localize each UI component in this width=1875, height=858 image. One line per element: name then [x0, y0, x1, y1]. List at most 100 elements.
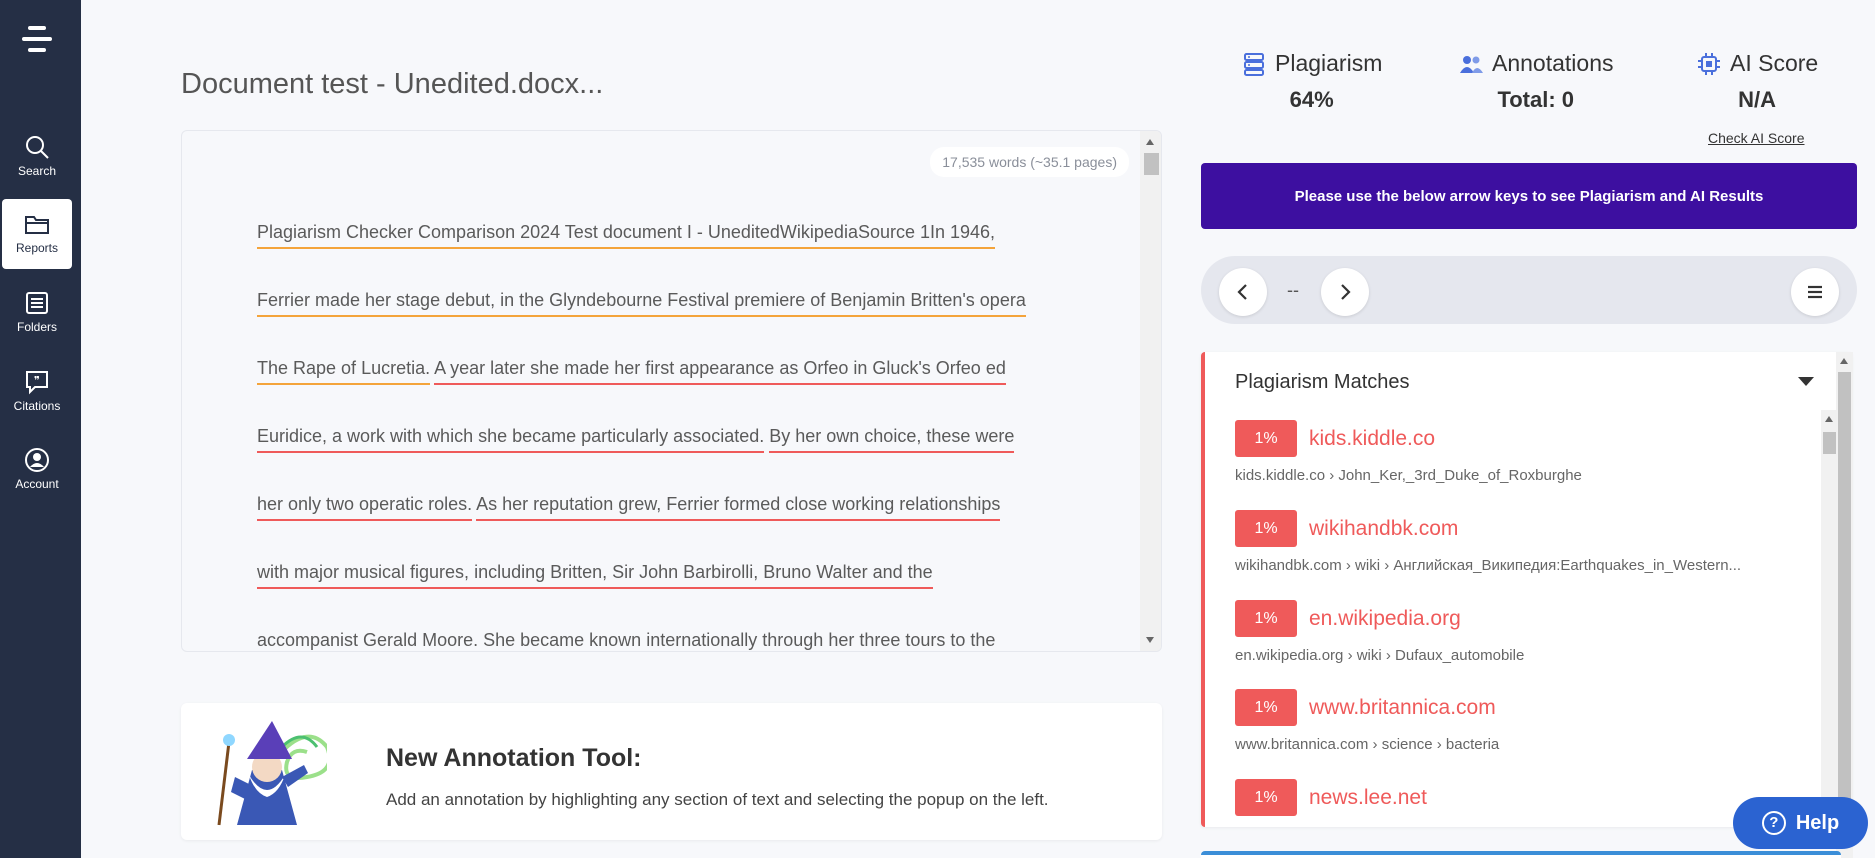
scroll-up-arrow[interactable]: [1825, 416, 1833, 422]
results-navigator: --: [1201, 256, 1857, 324]
match-item[interactable]: 1% kids.kiddle.co kids.kiddle.co › John_K…: [1235, 420, 1795, 484]
sidebar-item-label: Reports: [15, 241, 59, 255]
sidebar-item-reports[interactable]: Reports: [2, 199, 72, 269]
match-url-path: kids.kiddle.co › John_Ker,_3rd_Duke_of_R…: [1235, 467, 1582, 484]
match-domain-link[interactable]: en.wikipedia.org: [1309, 607, 1461, 631]
document-viewer[interactable]: 17,535 words (~35.1 pages) Plagiarism Ch…: [181, 130, 1162, 652]
user-circle-icon: [25, 448, 49, 472]
plagiarism-matches-panel: Plagiarism Matches 1% kids.kiddle.co kids…: [1201, 352, 1852, 827]
match-percent-badge: 1%: [1235, 510, 1297, 547]
scroll-thumb[interactable]: [1838, 372, 1851, 842]
document-title: Document test - Unedited.docx...: [181, 68, 604, 100]
scroll-thumb[interactable]: [1823, 432, 1836, 454]
annotations-value: Total: 0: [1497, 87, 1575, 112]
scroll-up-arrow[interactable]: [1146, 139, 1154, 145]
scroll-down-arrow[interactable]: [1146, 637, 1154, 643]
ai-score-label: AI Score: [1730, 50, 1819, 76]
results-instruction-banner: Please use the below arrow keys to see P…: [1201, 163, 1857, 229]
highlighted-match-text[interactable]: As her reputation grew, Ferrier formed c…: [476, 494, 1001, 521]
sidebar: Search Reports Folders ❞ Citations Accou…: [0, 0, 81, 858]
plagiarism-label: Plagiarism: [1275, 50, 1383, 76]
match-item[interactable]: 1% en.wikipedia.org en.wikipedia.org › wi…: [1235, 600, 1795, 664]
sidebar-item-label: Search: [17, 164, 57, 178]
document-line: Euridice, a work with which she became p…: [257, 423, 1077, 491]
annotation-tool-text: Add an annotation by highlighting any se…: [386, 790, 1049, 809]
hamburger-icon: [1808, 285, 1822, 299]
document-text[interactable]: Plagiarism Checker Comparison 2024 Test …: [257, 219, 1077, 651]
menu-logo-icon[interactable]: [20, 24, 54, 54]
sidebar-item-label: Folders: [16, 320, 57, 334]
plagiarism-stat: Plagiarism 64%: [1241, 50, 1382, 113]
document-line: Plagiarism Checker Comparison 2024 Test …: [257, 219, 1077, 287]
highlighted-match-text[interactable]: her only two operatic roles.: [257, 494, 473, 521]
help-button[interactable]: ? Help: [1733, 797, 1868, 849]
highlighted-match-text[interactable]: Ferrier made her stage debut, in the Gly…: [257, 290, 1026, 317]
wizard-illustration: [217, 721, 327, 826]
match-percent-badge: 1%: [1235, 420, 1297, 457]
sidebar-item-account[interactable]: Account: [2, 435, 72, 505]
match-url-path: en.wikipedia.org › wiki › Dufaux_automob…: [1235, 647, 1525, 664]
word-count-badge: 17,535 words (~35.1 pages): [930, 147, 1129, 177]
scroll-thumb[interactable]: [1144, 153, 1159, 175]
sidebar-item-label: Account: [15, 477, 59, 491]
annotation-tool-title: New Annotation Tool:: [386, 744, 642, 772]
collapse-caret-icon[interactable]: [1798, 377, 1814, 386]
match-domain-link[interactable]: www.britannica.com: [1309, 696, 1496, 720]
svg-text:❞: ❞: [34, 374, 40, 387]
results-scrollbar[interactable]: [1836, 352, 1853, 858]
document-line: The Rape of Lucretia. A year later she m…: [257, 355, 1077, 423]
match-url-path: wikihandbk.com › wiki › Английская_Викип…: [1235, 557, 1742, 574]
chevron-left-icon: [1237, 284, 1247, 300]
matches-title: Plagiarism Matches: [1235, 371, 1410, 393]
users-icon: [1460, 55, 1483, 73]
question-icon: ?: [1761, 811, 1786, 835]
ai-chip-icon: [1698, 52, 1720, 75]
server-icon: [1244, 52, 1264, 76]
ai-score-stat: AI Score N/A: [1696, 50, 1818, 113]
match-domain-link[interactable]: wikihandbk.com: [1309, 517, 1458, 541]
highlighted-match-text[interactable]: A year later she made her first appearan…: [434, 358, 1006, 385]
scroll-up-arrow[interactable]: [1840, 358, 1848, 364]
match-counter: --: [1287, 280, 1299, 300]
plagiarism-value: 64%: [1289, 87, 1334, 112]
match-percent-badge: 1%: [1235, 689, 1297, 726]
match-item[interactable]: 1% wikihandbk.com wikihandbk.com › wiki ›…: [1235, 510, 1795, 574]
chevron-right-icon: [1341, 284, 1351, 300]
previous-button[interactable]: [1219, 268, 1267, 316]
document-line: accompanist Gerald Moore. She became kno…: [257, 627, 1077, 651]
highlighted-match-text[interactable]: accompanist Gerald Moore. She became kno…: [257, 630, 996, 651]
check-ai-score-link[interactable]: Check AI Score: [1708, 130, 1805, 146]
match-percent-badge: 1%: [1235, 779, 1297, 816]
sidebar-item-search[interactable]: Search: [2, 122, 72, 192]
match-domain-link[interactable]: kids.kiddle.co: [1309, 427, 1435, 451]
document-scrollbar[interactable]: [1140, 131, 1161, 651]
sidebar-item-folders[interactable]: Folders: [2, 278, 72, 348]
sidebar-item-citations[interactable]: ❞ Citations: [2, 357, 72, 427]
annotations-stat: Annotations Total: 0: [1458, 50, 1613, 113]
menu-button[interactable]: [1791, 268, 1839, 316]
match-item[interactable]: 1% www.britannica.com www.britannica.com …: [1235, 689, 1795, 753]
highlighted-match-text[interactable]: By her own choice, these were: [769, 426, 1015, 453]
sidebar-item-label: Citations: [13, 399, 61, 413]
help-label: Help: [1795, 811, 1840, 834]
annotations-label: Annotations: [1492, 50, 1614, 76]
match-domain-link[interactable]: news.lee.net: [1309, 786, 1427, 810]
quote-bubble-icon: ❞: [26, 371, 48, 395]
highlighted-match-text[interactable]: Euridice, a work with which she became p…: [257, 426, 765, 453]
next-results-panel: [1201, 851, 1841, 858]
folder-open-icon: [25, 216, 49, 234]
next-button[interactable]: [1321, 268, 1369, 316]
annotation-tool-card: New Annotation Tool: Add an annotation b…: [181, 703, 1162, 840]
ai-score-value: N/A: [1738, 87, 1777, 112]
match-url-path: www.britannica.com › science › bacteria: [1235, 736, 1500, 753]
document-line: Ferrier made her stage debut, in the Gly…: [257, 287, 1077, 355]
highlighted-match-text[interactable]: The Rape of Lucretia.: [257, 358, 431, 385]
match-percent-badge: 1%: [1235, 600, 1297, 637]
list-icon: [26, 292, 48, 314]
search-icon: [26, 136, 49, 159]
highlighted-match-text[interactable]: with major musical figures, including Br…: [257, 562, 933, 589]
document-line: with major musical figures, including Br…: [257, 559, 1077, 627]
document-line: her only two operatic roles. As her repu…: [257, 491, 1077, 559]
match-item[interactable]: 1% news.lee.net: [1235, 779, 1795, 816]
highlighted-match-text[interactable]: Plagiarism Checker Comparison 2024 Test …: [257, 222, 996, 249]
